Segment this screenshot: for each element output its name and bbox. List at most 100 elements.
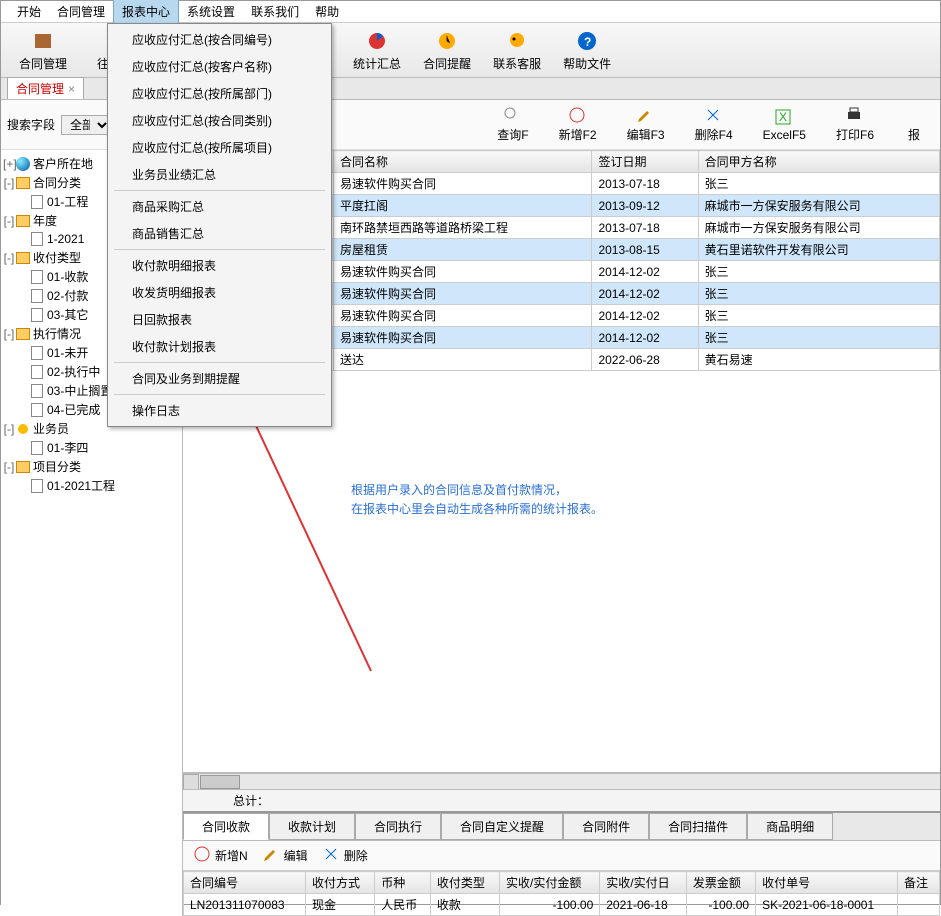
folder-icon (15, 213, 31, 229)
col-header[interactable]: 合同名称 (334, 151, 592, 173)
action-ExcelF5[interactable]: XExcelF5 (763, 108, 806, 142)
toolbar-label: 帮助文件 (563, 55, 611, 72)
toolbar-联系客服[interactable]: 联系客服 (483, 25, 551, 75)
dropdown-item[interactable]: 业务员业绩汇总 (110, 161, 329, 188)
tree-node[interactable]: 01-李四 (3, 438, 180, 457)
sub-action-删除[interactable]: 删除 (322, 845, 368, 866)
detail-panel: 合同收款收款计划合同执行合同自定义提醒合同附件合同扫描件商品明细 新增N 编辑删除… (183, 811, 940, 916)
search-field-select[interactable]: 全部 (61, 115, 111, 135)
dropdown-item[interactable]: 应收应付汇总(按客户名称) (110, 53, 329, 80)
sub-action-新增N[interactable]: 新增N (193, 845, 248, 866)
action-label: 打印F6 (836, 126, 874, 143)
tree-toggle-icon[interactable]: [-] (3, 251, 15, 265)
toolbar-label: 合同管理 (19, 55, 67, 72)
subtab-5[interactable]: 合同扫描件 (649, 813, 747, 840)
subtab-0[interactable]: 合同收款 (183, 813, 269, 840)
dropdown-item[interactable]: 收发货明细报表 (110, 279, 329, 306)
tree-toggle-icon[interactable]: [-] (3, 327, 15, 341)
doc-icon (29, 194, 45, 210)
dropdown-item[interactable]: 商品采购汇总 (110, 193, 329, 220)
pie-icon (365, 29, 389, 53)
tree-label: 1-2021 (47, 232, 84, 246)
action-打印F6[interactable]: 打印F6 (836, 106, 874, 143)
action-查询F[interactable]: 查询F (497, 106, 528, 143)
col-header[interactable]: 发票金额 (686, 872, 755, 894)
doc-icon (29, 231, 45, 247)
toolbar-合同管理[interactable]: 合同管理 (9, 25, 77, 75)
cell: 黄石易速 (698, 349, 939, 371)
col-header[interactable]: 币种 (375, 872, 431, 894)
dropdown-item[interactable]: 操作日志 (110, 397, 329, 424)
menu-2[interactable]: 报表中心 (113, 0, 179, 24)
cell: 2014-12-02 (592, 261, 698, 283)
tab-contract-mgmt[interactable]: 合同管理 × (7, 77, 84, 99)
dropdown-item[interactable]: 合同及业务到期提醒 (110, 365, 329, 392)
action-编辑F3[interactable]: 编辑F3 (627, 106, 665, 143)
separator (114, 394, 325, 395)
cell: 易速软件购买合同 (334, 173, 592, 195)
menu-0[interactable]: 开始 (9, 0, 49, 23)
dropdown-item[interactable]: 日回款报表 (110, 306, 329, 333)
globe-icon (15, 156, 31, 172)
toolbar-帮助文件[interactable]: ? 帮助文件 (553, 25, 621, 75)
tree-toggle-icon[interactable]: [-] (3, 214, 15, 228)
tree-label: 业务员 (33, 420, 69, 437)
dropdown-item[interactable]: 应收应付汇总(按合同编号) (110, 26, 329, 53)
tree-node[interactable]: 01-2021工程 (3, 476, 180, 495)
action-新增F2[interactable]: 新增F2 (559, 106, 597, 143)
cell: 张三 (698, 261, 939, 283)
menu-1[interactable]: 合同管理 (49, 0, 113, 23)
headset-icon (505, 29, 529, 53)
scroll-thumb[interactable] (200, 775, 240, 789)
subtab-4[interactable]: 合同附件 (563, 813, 649, 840)
tree-label: 01-工程 (47, 193, 88, 210)
col-header[interactable]: 收付方式 (306, 872, 375, 894)
tree-toggle-icon[interactable]: [-] (3, 460, 15, 474)
help-icon: ? (575, 29, 599, 53)
tab-label: 合同管理 (16, 80, 64, 97)
col-header[interactable]: 收付类型 (430, 872, 499, 894)
col-header[interactable]: 合同编号 (184, 872, 306, 894)
dropdown-item[interactable]: 收付款计划报表 (110, 333, 329, 360)
tree-toggle-icon[interactable]: [-] (3, 176, 15, 190)
subtab-2[interactable]: 合同执行 (355, 813, 441, 840)
tree-label: 04-已完成 (47, 401, 100, 418)
sub-action-编辑[interactable]: 编辑 (262, 845, 308, 866)
toolbar-统计汇总[interactable]: 统计汇总 (343, 25, 411, 75)
col-header[interactable]: 签订日期 (592, 151, 698, 173)
dropdown-item[interactable]: 收付款明细报表 (110, 252, 329, 279)
dropdown-item[interactable]: 商品销售汇总 (110, 220, 329, 247)
dropdown-item[interactable]: 应收应付汇总(按合同类别) (110, 107, 329, 134)
tree-label: 01-收款 (47, 268, 88, 285)
scroll-left-icon[interactable] (183, 774, 199, 790)
dropdown-item[interactable]: 应收应付汇总(按所属部门) (110, 80, 329, 107)
subtab-1[interactable]: 收款计划 (269, 813, 355, 840)
tree-toggle-icon[interactable]: [+] (3, 157, 15, 171)
separator (114, 190, 325, 191)
sum-label: 总计： (233, 792, 269, 809)
doc-icon (29, 345, 45, 361)
col-header[interactable]: 合同甲方名称 (698, 151, 939, 173)
menu-3[interactable]: 系统设置 (179, 0, 243, 23)
h-scrollbar[interactable] (183, 773, 940, 789)
col-header[interactable]: 实收/实付金额 (500, 872, 600, 894)
col-header[interactable]: 备注 (897, 872, 939, 894)
toolbar-合同提醒[interactable]: 合同提醒 (413, 25, 481, 75)
doc-icon (29, 288, 45, 304)
tree-toggle-icon[interactable]: [-] (3, 422, 15, 436)
action-label: 删除F4 (695, 126, 733, 143)
action-label: 报 (908, 126, 920, 143)
subtab-6[interactable]: 商品明细 (747, 813, 833, 840)
tree-node[interactable]: [-] 项目分类 (3, 457, 180, 476)
col-header[interactable]: 收付单号 (756, 872, 898, 894)
col-header[interactable]: 实收/实付日 (600, 872, 687, 894)
menu-5[interactable]: 帮助 (307, 0, 347, 23)
action-label: 编辑F3 (627, 126, 665, 143)
action-报[interactable]: 报 (904, 106, 924, 143)
menu-4[interactable]: 联系我们 (243, 0, 307, 23)
subtab-3[interactable]: 合同自定义提醒 (441, 813, 563, 840)
action-删除F4[interactable]: 删除F4 (695, 106, 733, 143)
dropdown-item[interactable]: 应收应付汇总(按所属项目) (110, 134, 329, 161)
tree-label: 项目分类 (33, 458, 81, 475)
close-icon[interactable]: × (68, 82, 75, 96)
